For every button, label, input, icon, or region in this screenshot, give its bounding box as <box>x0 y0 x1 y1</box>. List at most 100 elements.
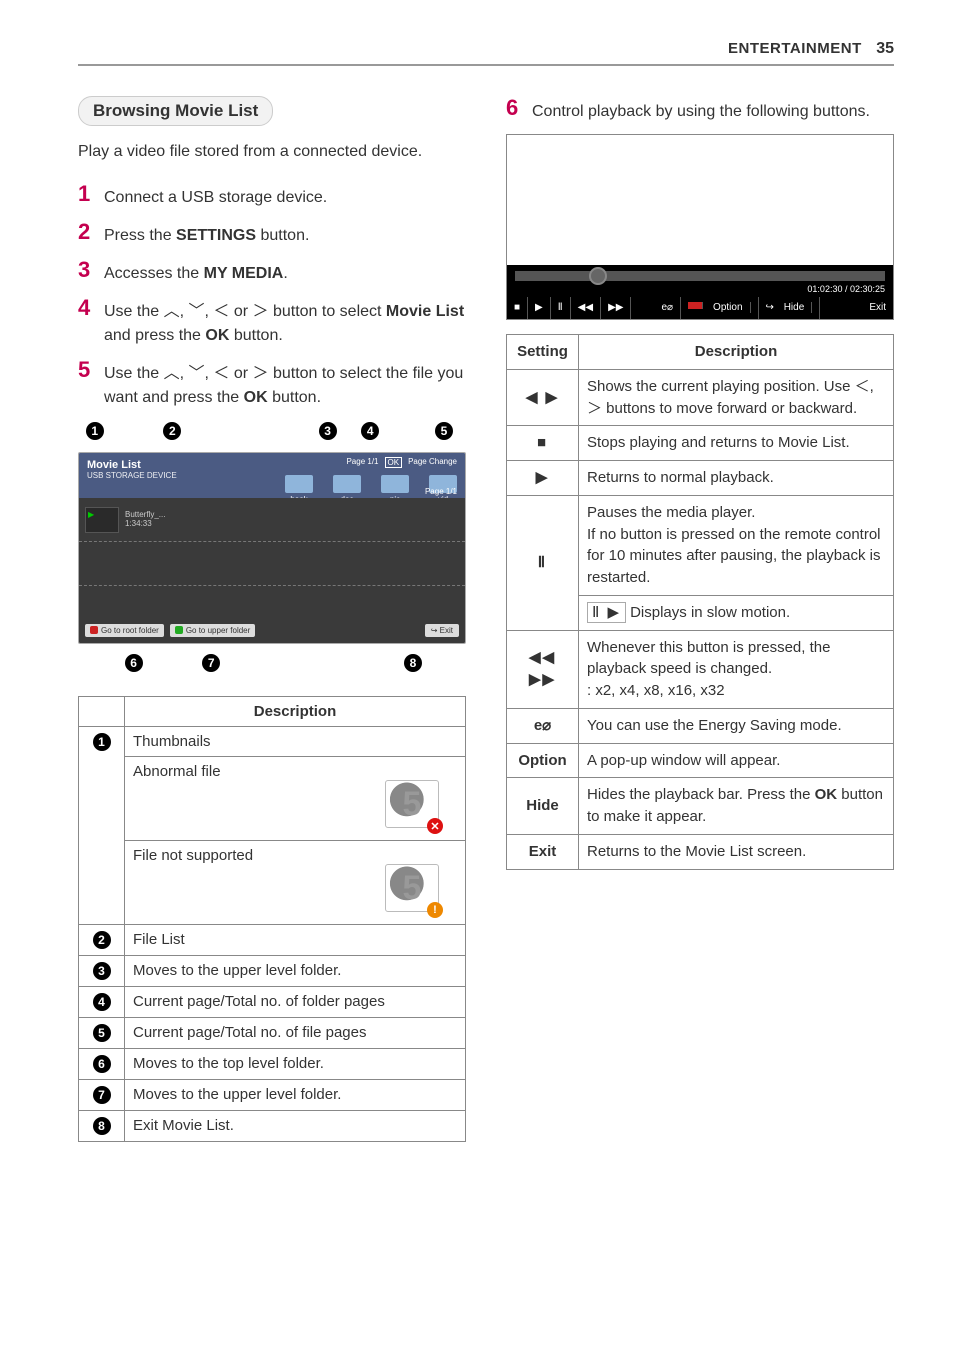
step-6: 6 Control playback by using the followin… <box>506 96 894 124</box>
energy-icon: e⌀ <box>631 297 681 319</box>
movie-list-header: Movie List USB STORAGE DEVICE Page 1/1 O… <box>79 453 465 498</box>
step-number: 4 <box>78 296 96 348</box>
step-2: 2 Press the SETTINGS button. <box>78 220 466 248</box>
settings-desc: Whenever this button is pressed, the pla… <box>579 630 894 708</box>
section-title: ENTERTAINMENT <box>728 40 862 57</box>
desc-row: Moves to the top level folder. <box>125 1049 466 1080</box>
settings-desc: Stops playing and returns to Movie List. <box>579 426 894 461</box>
callout-6: 6 <box>93 1055 111 1073</box>
desc-row: Thumbnails <box>125 727 466 757</box>
playback-screen <box>507 135 893 265</box>
hide-label: Hide <box>507 778 579 835</box>
file-thumbnail-icon <box>85 507 119 533</box>
rewind-icon: ◀◀ <box>571 297 601 319</box>
option-button-label: Option <box>681 297 758 319</box>
callout-8: 8 <box>93 1117 111 1135</box>
intro-text: Play a video file stored from a connecte… <box>78 140 466 164</box>
callout-8: 8 <box>404 654 422 672</box>
desc-row: Moves to the upper level folder. <box>125 956 466 987</box>
movie-list-footer: Go to root folder Go to upper folder ↪ E… <box>79 618 465 643</box>
settings-table: Setting Description ◀ ▶ Shows the curren… <box>506 334 894 870</box>
playback-controls: ■ ▶ Ⅱ ◀◀ ▶▶ e⌀ Option ↪ Hide Exit <box>507 297 893 319</box>
play-icon: ▶ <box>528 297 551 319</box>
callout-7: 7 <box>93 1086 111 1104</box>
step-text: Connect a USB storage device. <box>104 182 466 210</box>
seek-icon: ◀ ▶ <box>526 389 559 406</box>
desc-row: Moves to the upper level folder. <box>125 1080 466 1111</box>
folder-icon <box>381 475 409 493</box>
ok-tag: OK <box>385 457 403 468</box>
desc-row: Abnormal file 5✕ <box>125 757 466 841</box>
pause-icon: Ⅱ <box>551 297 571 319</box>
step-text: Use the ︿, ﹀, ＜ or ＞ button to select th… <box>104 358 466 410</box>
abnormal-file-thumb: 5✕ <box>133 780 457 834</box>
settings-desc: Shows the current playing position. Use … <box>579 369 894 426</box>
step-number: 2 <box>78 220 96 248</box>
step-text: Control playback by using the following … <box>532 96 894 124</box>
right-column: 6 Control playback by using the followin… <box>506 96 894 1142</box>
settings-header-setting: Setting <box>507 335 579 370</box>
desc-row: Current page/Total no. of folder pages <box>125 987 466 1018</box>
callout-4: 4 <box>93 993 111 1011</box>
unsupported-file-thumb: 5! <box>133 864 457 918</box>
callout-4: 4 <box>361 422 379 440</box>
energy-saving-icon: e⌀ <box>534 717 551 734</box>
step-number: 6 <box>506 96 524 124</box>
settings-desc: Ⅱ ▶Displays in slow motion. <box>579 595 894 630</box>
progress-bar <box>515 271 885 281</box>
page-header: ENTERTAINMENT 35 <box>78 40 894 66</box>
pages-top: Page 1/1 <box>346 457 378 468</box>
stop-icon: ■ <box>507 297 528 319</box>
callout-strip-bottom: 6 7 8 <box>78 648 466 676</box>
page-number: 35 <box>876 40 894 57</box>
callout-strip-top: 1 2 3 4 5 <box>78 422 466 452</box>
movie-list-figure: 1 2 3 4 5 Movie List USB STORAGE DEVICE … <box>78 422 466 676</box>
settings-desc: A pop-up window will appear. <box>579 743 894 778</box>
manual-page: ENTERTAINMENT 35 Browsing Movie List Pla… <box>0 0 954 1202</box>
callout-5: 5 <box>93 1024 111 1042</box>
movie-list-tags: Page 1/1 OK Page Change <box>346 457 457 468</box>
desc-header: Description <box>125 697 466 727</box>
step-5: 5 Use the ︿, ﹀, ＜ or ＞ button to select … <box>78 358 466 410</box>
callout-1: 1 <box>86 422 104 440</box>
subheading: Browsing Movie List <box>78 96 273 126</box>
settings-desc: Pauses the media player. If no button is… <box>579 495 894 595</box>
error-badge-icon: ✕ <box>427 818 443 834</box>
callout-3: 3 <box>93 962 111 980</box>
content-columns: Browsing Movie List Play a video file st… <box>78 96 894 1142</box>
exit-button-label: ↪ Exit <box>425 624 459 637</box>
movie-list-screen: Movie List USB STORAGE DEVICE Page 1/1 O… <box>78 452 466 644</box>
stop-icon: ■ <box>537 434 548 451</box>
step-text: Press the SETTINGS button. <box>104 220 466 248</box>
steps-list-continued: 6 Control playback by using the followin… <box>506 96 894 124</box>
exit-label: Exit <box>507 834 579 869</box>
settings-desc: Hides the playback bar. Press the OK but… <box>579 778 894 835</box>
callout-3: 3 <box>319 422 337 440</box>
pause-forward-icon: Ⅱ ▶ <box>587 602 626 623</box>
root-folder-button: Go to root folder <box>85 624 164 637</box>
settings-desc: You can use the Energy Saving mode. <box>579 708 894 743</box>
steps-list: 1 Connect a USB storage device. 2 Press … <box>78 182 466 410</box>
desc-row: File List <box>125 925 466 956</box>
play-icon: ▶ <box>536 469 550 486</box>
settings-desc: Returns to the Movie List screen. <box>579 834 894 869</box>
playback-figure: 01:02:30 / 02:30:25 ■ ▶ Ⅱ ◀◀ ▶▶ e⌀ Optio… <box>506 134 894 320</box>
movie-list-body: Butterfly_... 1:34:33 <box>79 498 465 618</box>
step-1: 1 Connect a USB storage device. <box>78 182 466 210</box>
pause-icon: Ⅱ <box>538 554 547 571</box>
step-number: 3 <box>78 258 96 286</box>
folder-icon <box>333 475 361 493</box>
nav-arrows-icon: ︿, ﹀, ＜ or ＞ <box>164 303 269 320</box>
description-table: Description 1 Thumbnails Abnormal file 5… <box>78 696 466 1142</box>
callout-2: 2 <box>93 931 111 949</box>
playback-time: 01:02:30 / 02:30:25 <box>507 281 893 297</box>
nav-arrows-icon: ︿, ﹀, ＜ or ＞ <box>164 365 269 382</box>
callout-7: 7 <box>202 654 220 672</box>
step-number: 1 <box>78 182 96 210</box>
step-text: Use the ︿, ﹀, ＜ or ＞ button to select Mo… <box>104 296 466 348</box>
desc-row: File not supported 5! <box>125 841 466 925</box>
pages-right: Page 1/1 <box>425 487 457 496</box>
step-text: Accesses the MY MEDIA. <box>104 258 466 286</box>
forward-icon: ▶▶ <box>601 297 631 319</box>
exit-button-label: Exit <box>862 297 893 319</box>
